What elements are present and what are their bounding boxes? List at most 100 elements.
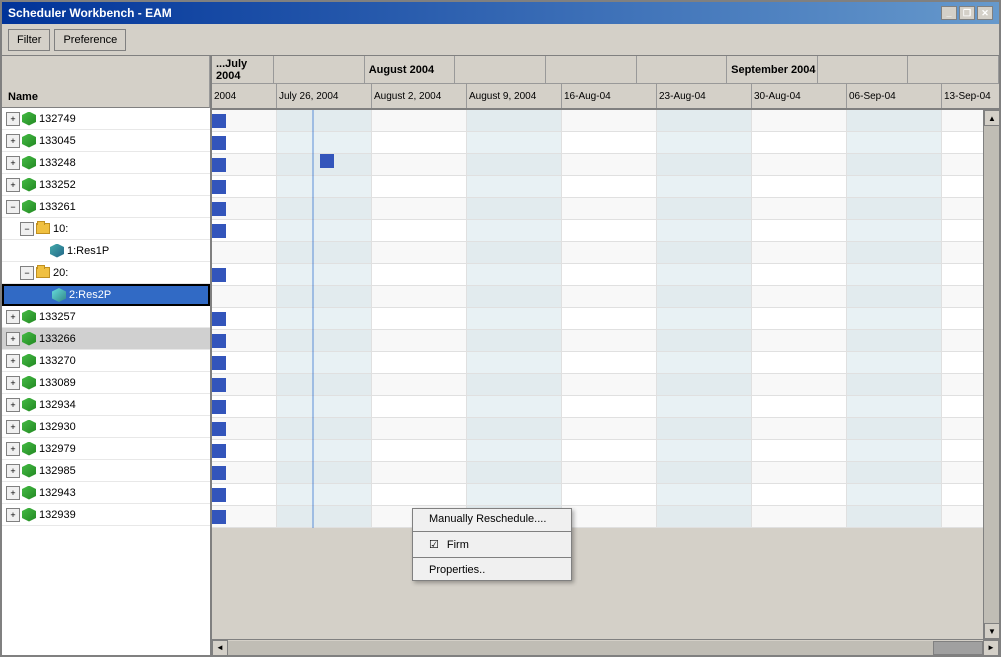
expand-20[interactable]: −: [20, 266, 34, 280]
tree-item-10[interactable]: − 10:: [2, 218, 210, 240]
left-marker-3: [212, 180, 226, 194]
expand-133248[interactable]: +: [6, 156, 20, 170]
left-marker-11: [212, 356, 226, 370]
gantt-row: [212, 220, 983, 242]
gantt-row: [212, 418, 983, 440]
gantt-grid: Manually Reschedule.... ☑ Firm Propertie…: [212, 110, 983, 528]
context-menu-firm[interactable]: ☑ Firm: [413, 534, 571, 555]
gantt-body-wrapper: Manually Reschedule.... ☑ Firm Propertie…: [212, 110, 999, 639]
week-cell-3: August 9, 2004: [467, 84, 562, 108]
month-cell-1: [274, 56, 365, 83]
left-marker-12: [212, 378, 226, 392]
left-marker-6: [212, 246, 226, 260]
tree-area[interactable]: + 132749 + 133045 + 133248: [2, 108, 210, 655]
month-cell-4: [637, 56, 728, 83]
scroll-thumb-v[interactable]: [984, 126, 999, 623]
expand-132979[interactable]: +: [6, 442, 20, 456]
gantt-row: [212, 242, 983, 264]
gantt-row: [212, 176, 983, 198]
gantt-row: [212, 132, 983, 154]
filter-button[interactable]: Filter: [8, 29, 50, 51]
expand-132749[interactable]: +: [6, 112, 20, 126]
tree-item-132934[interactable]: + 132934: [2, 394, 210, 416]
gem-icon-133248: [22, 156, 36, 170]
scroll-up-arrow[interactable]: ▲: [984, 110, 999, 126]
gem-icon-132934: [22, 398, 36, 412]
gantt-row: [212, 396, 983, 418]
tree-item-133045[interactable]: + 133045: [2, 130, 210, 152]
tree-item-133266[interactable]: + 133266: [2, 328, 210, 350]
left-marker-9: [212, 312, 226, 326]
scroll-down-arrow[interactable]: ▼: [984, 623, 999, 639]
expand-132930[interactable]: +: [6, 420, 20, 434]
gantt-body[interactable]: Manually Reschedule.... ☑ Firm Propertie…: [212, 110, 983, 639]
left-marker-16: [212, 466, 226, 480]
tree-item-132985[interactable]: + 132985: [2, 460, 210, 482]
gantt-row: [212, 440, 983, 462]
vertical-scrollbar[interactable]: ▲ ▼: [983, 110, 999, 639]
scroll-thumb-h[interactable]: [228, 641, 933, 655]
restore-button[interactable]: ❐: [959, 6, 975, 20]
preference-button[interactable]: Preference: [54, 29, 126, 51]
week-cell-7: 06-Sep-04: [847, 84, 942, 108]
tree-item-132943[interactable]: + 132943: [2, 482, 210, 504]
gem-icon-132943: [22, 486, 36, 500]
gem-icon-132979: [22, 442, 36, 456]
expand-132939[interactable]: +: [6, 508, 20, 522]
name-header: Name: [2, 56, 210, 108]
expand-133261[interactable]: −: [6, 200, 20, 214]
context-menu-manually-reschedule[interactable]: Manually Reschedule....: [413, 509, 571, 529]
tree-item-133252[interactable]: + 133252: [2, 174, 210, 196]
week-cell-8: 13-Sep-04: [942, 84, 999, 108]
toolbar: Filter Preference: [2, 24, 999, 56]
tree-item-132749[interactable]: + 132749: [2, 108, 210, 130]
expand-133266[interactable]: +: [6, 332, 20, 346]
minimize-button[interactable]: _: [941, 6, 957, 20]
gem-icon-132749: [22, 112, 36, 126]
left-marker-14: [212, 422, 226, 436]
expand-132943[interactable]: +: [6, 486, 20, 500]
context-menu: Manually Reschedule.... ☑ Firm Propertie…: [412, 508, 572, 581]
gantt-row: [212, 352, 983, 374]
expand-133045[interactable]: +: [6, 134, 20, 148]
week-cell-1: July 26, 2004: [277, 84, 372, 108]
tree-item-132930[interactable]: + 132930: [2, 416, 210, 438]
week-cell-0: 2004: [212, 84, 277, 108]
expand-132985[interactable]: +: [6, 464, 20, 478]
expand-10[interactable]: −: [20, 222, 34, 236]
left-marker-5: [212, 224, 226, 238]
scroll-right-arrow[interactable]: ►: [983, 640, 999, 656]
tree-item-res1p[interactable]: 1:Res1P: [2, 240, 210, 262]
expand-132934[interactable]: +: [6, 398, 20, 412]
tree-item-132979[interactable]: + 132979: [2, 438, 210, 460]
close-button[interactable]: ✕: [977, 6, 993, 20]
left-marker-15: [212, 444, 226, 458]
tree-item-133261[interactable]: − 133261: [2, 196, 210, 218]
gantt-header-weeks: 2004 July 26, 2004 August 2, 2004 August…: [212, 84, 999, 108]
tree-item-133270[interactable]: + 133270: [2, 350, 210, 372]
context-menu-separator-1: [413, 531, 571, 532]
tree-item-132939[interactable]: + 132939: [2, 504, 210, 526]
expand-133270[interactable]: +: [6, 354, 20, 368]
left-marker-18: [212, 510, 226, 524]
title-controls: _ ❐ ✕: [941, 6, 993, 20]
tree-item-133257[interactable]: + 133257: [2, 306, 210, 328]
gantt-row: [212, 374, 983, 396]
gem-icon-res2p: [52, 288, 66, 302]
horizontal-scrollbar[interactable]: ◄ ►: [212, 639, 999, 655]
expand-133257[interactable]: +: [6, 310, 20, 324]
title-bar: Scheduler Workbench - EAM _ ❐ ✕: [2, 2, 999, 24]
tree-item-20[interactable]: − 20:: [2, 262, 210, 284]
tree-item-133089[interactable]: + 133089: [2, 372, 210, 394]
gantt-header: ...July 2004 August 2004 September 2004 …: [212, 56, 999, 110]
context-menu-separator-2: [413, 557, 571, 558]
left-marker-13: [212, 400, 226, 414]
context-menu-properties[interactable]: Properties..: [413, 560, 571, 580]
tree-item-res2p[interactable]: 2:Res2P: [2, 284, 210, 306]
firm-check: ☑: [429, 538, 439, 551]
scroll-left-arrow[interactable]: ◄: [212, 640, 228, 656]
expand-133252[interactable]: +: [6, 178, 20, 192]
gantt-bar-133248[interactable]: [320, 154, 334, 168]
expand-133089[interactable]: +: [6, 376, 20, 390]
tree-item-133248[interactable]: + 133248: [2, 152, 210, 174]
